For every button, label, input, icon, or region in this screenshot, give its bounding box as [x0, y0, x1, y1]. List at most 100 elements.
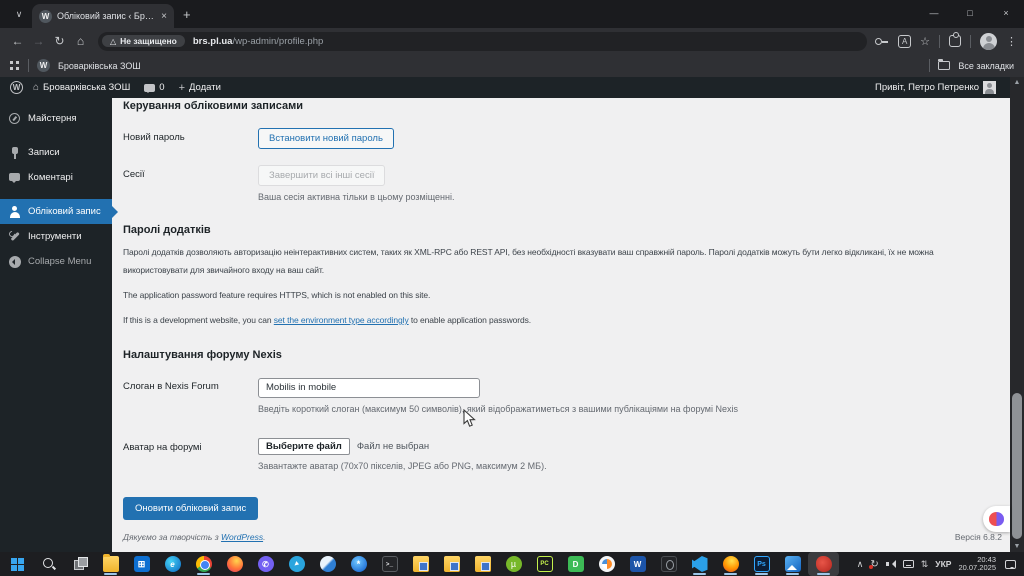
version-text: Версія 6.8.2	[954, 532, 1002, 542]
taskbar-terminal[interactable]: >_	[374, 552, 405, 576]
browser-sphere-icon	[319, 556, 336, 572]
page-scrollbar[interactable]: ▲ ▼	[1010, 77, 1024, 552]
admin-bar-site-name[interactable]: ⌂ Броварківська ЗОШ	[29, 82, 134, 93]
hidden-icons-chevron[interactable]: ∧	[857, 559, 864, 570]
slogan-input[interactable]	[258, 377, 480, 398]
taskbar-chrome[interactable]	[188, 552, 219, 576]
home-icon[interactable]: ⌂	[70, 34, 91, 48]
taskbar-word[interactable]: W	[622, 552, 653, 576]
folder-icon	[938, 59, 951, 70]
taskbar-compass-browser[interactable]	[591, 552, 622, 576]
taskbar-opera[interactable]	[653, 552, 684, 576]
taskbar-pycharm[interactable]: PC	[529, 552, 560, 576]
sidebar-item-dashboard[interactable]: Майстерня	[0, 106, 112, 131]
tab-title: Обліковий запис ‹ Броварківс	[57, 11, 156, 21]
tab-close-icon[interactable]: ×	[161, 11, 167, 22]
ai-extension-widget[interactable]	[983, 506, 1010, 532]
language-indicator[interactable]: УКР	[935, 559, 951, 569]
volume-icon[interactable]	[885, 559, 896, 569]
admin-bar-new-button[interactable]: + Додати	[175, 82, 225, 94]
taskbar-file-explorer[interactable]	[95, 552, 126, 576]
browser-menu-icon[interactable]: ⋮	[1006, 35, 1017, 48]
photos-icon	[784, 556, 801, 572]
bookmark-star-icon[interactable]: ☆	[920, 35, 930, 48]
sidebar-item-posts[interactable]: Записи	[0, 140, 112, 165]
choose-file-button[interactable]: Выберите файл	[258, 437, 350, 455]
sidebar-item-tools[interactable]: Інструменти	[0, 224, 112, 249]
taskbar-vscode[interactable]	[684, 552, 715, 576]
browser-tab-strip: ∨ W Обліковий запис ‹ Броварківс × + — □…	[0, 0, 1024, 28]
wp-admin-sidebar: Майстерня Записи Коментарі Обліковий зап…	[0, 98, 118, 552]
taskbar-telegram[interactable]: ◄	[281, 552, 312, 576]
avatar-label: Аватар на форумі	[123, 441, 202, 453]
back-icon[interactable]: ←	[7, 34, 28, 48]
taskbar-photoshop[interactable]: Ps	[746, 552, 777, 576]
avatar-row: Аватар на форумі Выберите файл Файл не в…	[123, 437, 1000, 471]
wordpress-logo-icon[interactable]: W	[10, 81, 23, 94]
notifications-icon[interactable]	[1005, 559, 1016, 569]
warning-icon: △	[110, 36, 117, 46]
wrench-icon	[8, 230, 21, 243]
network-icon[interactable]: ⇅	[921, 559, 929, 570]
scrollbar-thumb[interactable]	[1012, 393, 1022, 539]
taskbar-docker[interactable]: D	[560, 552, 591, 576]
wordpress-link[interactable]: WordPress	[221, 532, 263, 542]
forward-icon[interactable]: →	[28, 34, 49, 48]
tab-search-icon[interactable]: ∨	[8, 4, 30, 24]
bookmark-item[interactable]: Броварківська ЗОШ	[58, 61, 141, 71]
section-title-account-management: Керування обліковими записами	[123, 100, 303, 112]
admin-bar-account[interactable]: Привіт, Петро Петренко	[871, 81, 1000, 94]
scroll-up-icon[interactable]: ▲	[1010, 79, 1024, 86]
update-profile-button[interactable]: Оновити обліковий запис	[123, 496, 259, 520]
taskbar-edge[interactable]: e	[157, 552, 188, 576]
taskbar-firefox-dev[interactable]	[715, 552, 746, 576]
new-tab-button[interactable]: +	[183, 8, 191, 21]
all-bookmarks-button[interactable]: Все закладки	[958, 61, 1014, 71]
sync-alert-icon[interactable]: ↻	[869, 559, 879, 570]
extensions-puzzle-icon[interactable]	[949, 32, 961, 47]
divider	[970, 34, 971, 48]
viber-icon: ✆	[257, 556, 274, 572]
taskbar-microsoft-store[interactable]: ⊞	[126, 552, 157, 576]
close-button[interactable]: ×	[988, 0, 1024, 26]
user-avatar	[983, 81, 996, 94]
set-new-password-button[interactable]: Встановити новий пароль	[258, 128, 394, 149]
touch-keyboard-icon[interactable]	[902, 560, 914, 568]
chrome-icon	[195, 556, 212, 572]
browser-tab[interactable]: W Обліковий запис ‹ Броварківс ×	[32, 4, 174, 28]
taskbar-clock[interactable]: 20:43 20.07.2025	[958, 555, 996, 573]
screen: ∨ W Обліковий запис ‹ Броварківс × + — □…	[0, 0, 1024, 576]
browser-profile-avatar[interactable]	[980, 32, 997, 50]
environment-type-link[interactable]: set the environment type accordingly	[274, 315, 409, 325]
admin-footer: Дякуємо за творчість з WordPress. Версія…	[123, 532, 1002, 542]
apps-grid-icon[interactable]	[10, 60, 20, 71]
sidebar-item-comments[interactable]: Коментарі	[0, 165, 112, 190]
taskbar-commander-2[interactable]	[436, 552, 467, 576]
sidebar-collapse-menu[interactable]: Collapse Menu	[0, 249, 112, 274]
taskbar-search[interactable]	[33, 552, 64, 576]
taskbar-utorrent[interactable]: µ	[498, 552, 529, 576]
translate-icon[interactable]: A	[898, 34, 912, 48]
security-badge[interactable]: △ Не защищено	[102, 35, 185, 47]
sessions-row: Сесії Завершити всі інші сесії Ваша сесі…	[123, 165, 1000, 202]
taskbar-task-view[interactable]	[64, 552, 95, 576]
slogan-label: Слоган в Nexis Forum	[123, 381, 219, 392]
telegram-icon: ◄	[288, 556, 305, 572]
taskbar-firefox[interactable]	[219, 552, 250, 576]
scroll-down-icon[interactable]: ▼	[1010, 543, 1024, 550]
taskbar-viber[interactable]: ✆	[250, 552, 281, 576]
taskbar-browser-sphere[interactable]	[312, 552, 343, 576]
sidebar-item-profile[interactable]: Обліковий запис	[0, 199, 118, 224]
minimize-button[interactable]: —	[916, 0, 952, 26]
admin-bar-comments[interactable]: 0	[140, 82, 168, 93]
taskbar-scratch[interactable]	[808, 552, 839, 576]
start-button[interactable]	[2, 552, 33, 576]
taskbar-blue-globe[interactable]: *	[343, 552, 374, 576]
maximize-button[interactable]: □	[952, 0, 988, 26]
password-key-icon[interactable]	[874, 34, 889, 48]
taskbar-photos[interactable]	[777, 552, 808, 576]
taskbar-commander-3[interactable]	[467, 552, 498, 576]
taskbar-commander-1[interactable]	[405, 552, 436, 576]
reload-icon[interactable]: ↻	[49, 34, 70, 48]
address-bar[interactable]: △ Не защищено brs.pl.ua/wp-admin/profile…	[98, 31, 868, 51]
